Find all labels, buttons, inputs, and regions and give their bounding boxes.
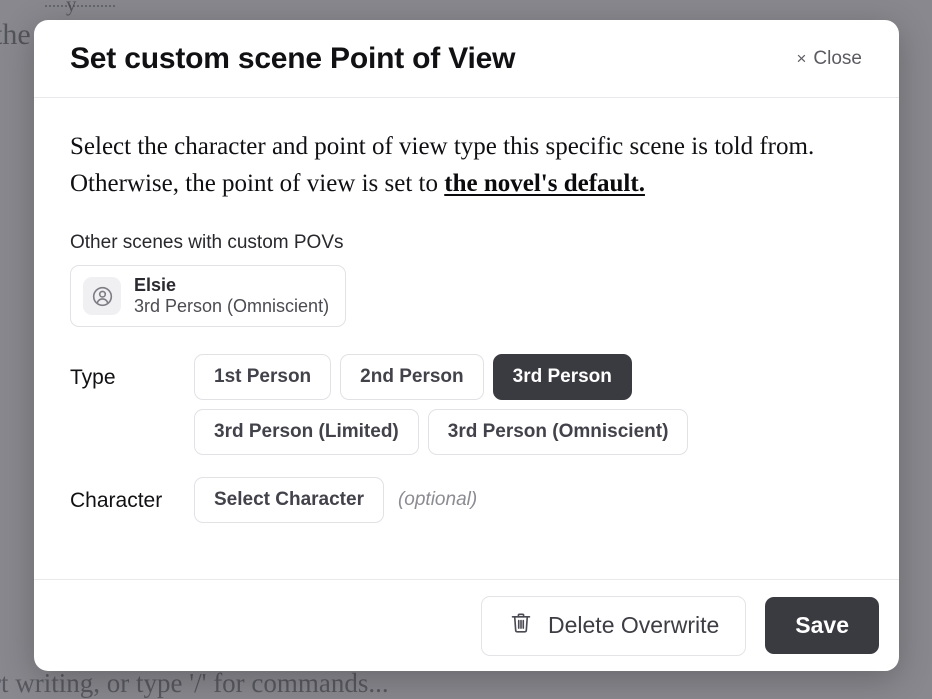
description-text: Select the character and point of view t…	[70, 133, 814, 197]
dialog-title: Set custom scene Point of View	[70, 42, 515, 76]
pov-type-option[interactable]: 2nd Person	[340, 354, 483, 400]
other-scenes-label: Other scenes with custom POVs	[70, 232, 863, 254]
pov-type-option[interactable]: 1st Person	[194, 354, 331, 400]
close-button-label: Close	[813, 48, 862, 70]
save-button[interactable]: Save	[765, 597, 879, 654]
close-icon: ×	[796, 50, 806, 67]
type-options-group: 1st Person2nd Person3rd Person 3rd Person…	[194, 354, 834, 455]
set-custom-pov-dialog: Set custom scene Point of View × Close S…	[34, 20, 899, 671]
character-controls: Select Character (optional)	[194, 477, 477, 523]
dialog-body: Select the character and point of view t…	[34, 98, 899, 579]
close-button[interactable]: × Close	[794, 44, 864, 74]
character-optional-note: (optional)	[398, 489, 477, 511]
novel-default-link[interactable]: the novel's default.	[444, 170, 645, 197]
type-field-row: Type 1st Person2nd Person3rd Person 3rd P…	[70, 354, 863, 455]
pov-type-option[interactable]: 3rd Person (Omniscient)	[428, 409, 689, 455]
pov-card-pov-type: 3rd Person (Omniscient)	[134, 295, 329, 317]
character-label: Character	[70, 477, 194, 513]
dialog-footer: Delete Overwrite Save	[34, 579, 899, 671]
type-label: Type	[70, 354, 194, 390]
pov-type-option[interactable]: 3rd Person (Limited)	[194, 409, 419, 455]
delete-overwrite-button[interactable]: Delete Overwrite	[481, 596, 746, 656]
pov-card-character-name: Elsie	[134, 275, 329, 295]
select-character-button[interactable]: Select Character	[194, 477, 384, 523]
user-circle-icon	[83, 277, 121, 315]
trash-icon	[508, 610, 534, 642]
other-scene-pov-item[interactable]: Elsie 3rd Person (Omniscient)	[70, 265, 346, 327]
pov-card-text: Elsie 3rd Person (Omniscient)	[134, 275, 329, 317]
delete-overwrite-label: Delete Overwrite	[548, 612, 719, 639]
character-field-row: Character Select Character (optional)	[70, 477, 863, 523]
dialog-description: Select the character and point of view t…	[70, 128, 860, 202]
dialog-header: Set custom scene Point of View × Close	[34, 20, 899, 98]
pov-type-option[interactable]: 3rd Person	[493, 354, 632, 400]
